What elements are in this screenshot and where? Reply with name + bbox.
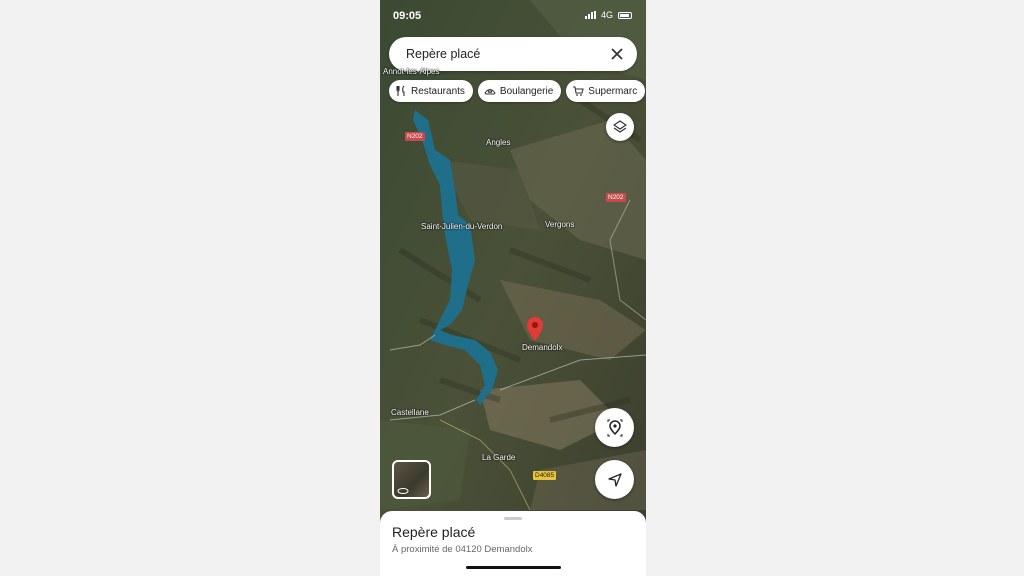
layers-button[interactable] [606, 113, 634, 141]
status-time: 09:05 [393, 10, 422, 22]
battery-icon [618, 11, 632, 19]
navigation-button[interactable] [595, 460, 634, 499]
status-indicators: 4G [584, 10, 632, 20]
cart-icon [573, 86, 585, 96]
location-pin-icon [607, 419, 622, 436]
place-sheet[interactable]: Repère placé À proximité de 04120 Demand… [380, 511, 646, 576]
road-badge: N202 [606, 193, 626, 202]
place-label: Angles [486, 138, 511, 147]
place-label: Demandolx [522, 343, 563, 352]
category-chips: Restaurants Boulangerie Supermarc [389, 80, 646, 102]
search-input[interactable]: Repère placé [406, 47, 609, 61]
layers-icon [613, 120, 627, 133]
sheet-grabber[interactable] [504, 517, 522, 520]
chip-boulangerie[interactable]: Boulangerie [477, 80, 562, 102]
network-label: 4G [600, 10, 613, 20]
navigation-arrow-icon [607, 472, 622, 487]
place-label: La Garde [482, 453, 516, 462]
signal-icon [584, 11, 596, 19]
phone-screen: 09:05 4G Repère placé Restaurants Boulan… [380, 0, 646, 576]
chip-label: Supermarc [588, 85, 638, 97]
search-bar[interactable]: Repère placé [389, 37, 637, 71]
location-marker-icon[interactable] [526, 317, 544, 342]
place-label: Annot-les-Alpes [383, 67, 440, 76]
place-address: À proximité de 04120 Demandolx [392, 544, 533, 555]
fork-knife-icon [396, 85, 405, 96]
chip-label: Restaurants [411, 85, 465, 97]
chip-supermarche[interactable]: Supermarc [566, 80, 646, 102]
chip-restaurants[interactable]: Restaurants [389, 80, 473, 102]
home-indicator[interactable] [466, 566, 561, 569]
place-label: Castellane [391, 408, 429, 417]
place-title: Repère placé [392, 524, 476, 540]
road-badge: N202 [405, 132, 425, 141]
place-label: Saint-Julien-du-Verdon [421, 222, 503, 231]
street-view-thumbnail[interactable] [392, 460, 431, 499]
explore-location-button[interactable] [595, 408, 634, 447]
road-badge: D4085 [533, 471, 557, 480]
rotate-icon [397, 488, 409, 494]
bread-icon [484, 89, 496, 95]
place-label: Vergons [545, 220, 575, 229]
chip-label: Boulangerie [499, 85, 554, 97]
close-icon[interactable] [609, 46, 625, 62]
